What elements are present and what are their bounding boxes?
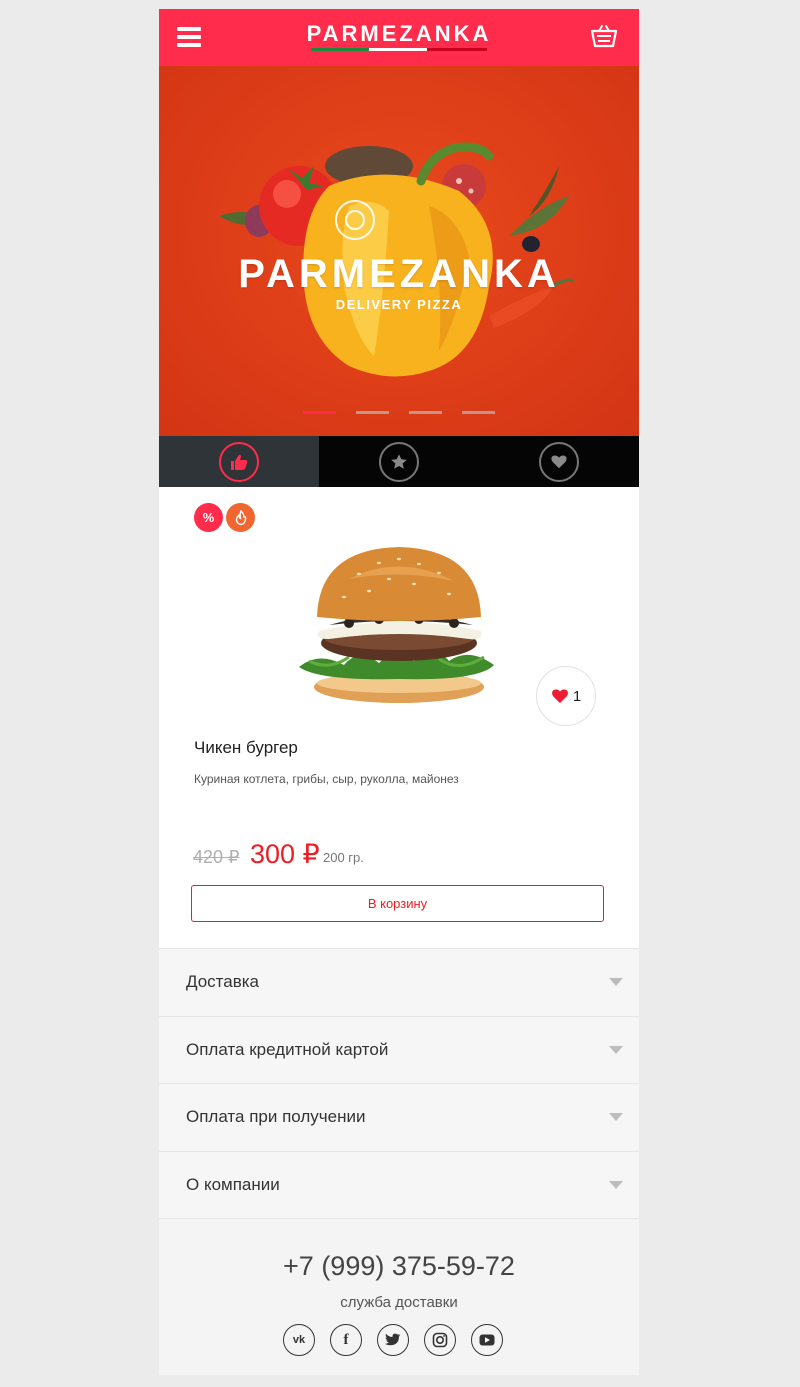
accordion-item-card-payment[interactable]: Оплата кредитной картой xyxy=(159,1015,639,1083)
heart-icon xyxy=(551,454,567,468)
instagram-icon[interactable] xyxy=(424,1324,456,1356)
twitter-icon[interactable] xyxy=(377,1324,409,1356)
facebook-icon-label: f xyxy=(343,1331,349,1348)
slider-dot-2[interactable] xyxy=(356,411,389,414)
slider-dot-4[interactable] xyxy=(462,411,495,414)
add-to-cart-button[interactable]: В корзину xyxy=(191,885,604,922)
accordion-item-delivery[interactable]: Доставка xyxy=(159,948,639,1016)
basket-icon[interactable] xyxy=(589,23,619,51)
youtube-icon[interactable] xyxy=(471,1324,503,1356)
chevron-down-icon xyxy=(609,1045,623,1054)
product-price: 300 ₽ xyxy=(250,839,320,869)
tab-favorites[interactable] xyxy=(479,436,639,487)
slider-pagination xyxy=(303,411,495,414)
accordion-label: О компании xyxy=(186,1174,280,1194)
accordion-label: Оплата при получении xyxy=(186,1107,366,1127)
accordion-label: Доставка xyxy=(186,972,260,992)
header-logo[interactable]: PARMEZANKA xyxy=(159,21,639,47)
accordion-item-about[interactable]: О компании xyxy=(159,1150,639,1218)
product-description: Куриная котлета, грибы, сыр, руколла, ма… xyxy=(194,772,459,786)
category-tabs xyxy=(159,436,639,487)
tab-popular[interactable] xyxy=(159,436,319,487)
hero-vegetables-illustration xyxy=(219,142,575,377)
sale-badge: % xyxy=(194,503,223,532)
hot-badge xyxy=(226,503,255,532)
twitter-bird-icon xyxy=(385,1333,401,1346)
facebook-icon[interactable]: f xyxy=(330,1324,362,1356)
chevron-down-icon xyxy=(609,978,623,987)
app-screen: PARMEZANKA PARMEZANKA DELIVERY PIZZA % 1… xyxy=(159,9,639,1375)
delivery-phone[interactable]: +7 (999) 375-59-72 xyxy=(159,1251,639,1282)
slider-dot-1[interactable] xyxy=(303,411,336,414)
hero-subtitle: DELIVERY PIZZA xyxy=(335,297,463,312)
delivery-phone-caption: служба доставки xyxy=(340,1294,458,1311)
youtube-play-icon xyxy=(479,1334,495,1346)
percent-icon: % xyxy=(202,510,215,525)
tab-popular-circle xyxy=(219,441,259,482)
footer: +7 (999) 375-59-72 служба доставки vk f xyxy=(159,1218,639,1375)
chevron-down-icon xyxy=(609,1180,623,1189)
accordion-item-cash-payment[interactable]: Оплата при получении xyxy=(159,1083,639,1151)
product-name: Чикен бургер xyxy=(194,738,298,757)
thumbs-up-icon xyxy=(231,454,248,470)
old-price: 420 ₽ xyxy=(193,847,240,867)
hero-banner[interactable]: PARMEZANKA DELIVERY PIZZA xyxy=(159,66,639,436)
heart-icon xyxy=(551,689,568,704)
flame-icon xyxy=(235,509,246,525)
tab-recommended[interactable] xyxy=(319,436,479,487)
slider-dot-3[interactable] xyxy=(409,411,442,414)
tab-favorites-circle xyxy=(539,441,579,482)
chevron-down-icon xyxy=(609,1113,623,1122)
accordion-label: Оплата кредитной картой xyxy=(186,1039,389,1059)
info-accordion: Доставка Оплата кредитной картой Оплата … xyxy=(159,948,639,1218)
tab-recommended-circle xyxy=(379,441,419,482)
vk-icon[interactable]: vk xyxy=(283,1324,315,1356)
like-count: 1 xyxy=(572,687,582,705)
like-button[interactable]: 1 xyxy=(536,666,596,726)
instagram-camera-icon xyxy=(432,1332,448,1348)
logo-underline-flag xyxy=(311,48,487,51)
social-links: vk f xyxy=(283,1324,503,1356)
top-bar: PARMEZANKA xyxy=(159,9,639,66)
product-weight: 200 гр. xyxy=(323,850,364,865)
product-image[interactable] xyxy=(289,539,509,709)
star-icon xyxy=(391,453,407,469)
vk-icon-label: vk xyxy=(292,1334,306,1346)
hero-title: PARMEZANKA xyxy=(238,252,560,296)
